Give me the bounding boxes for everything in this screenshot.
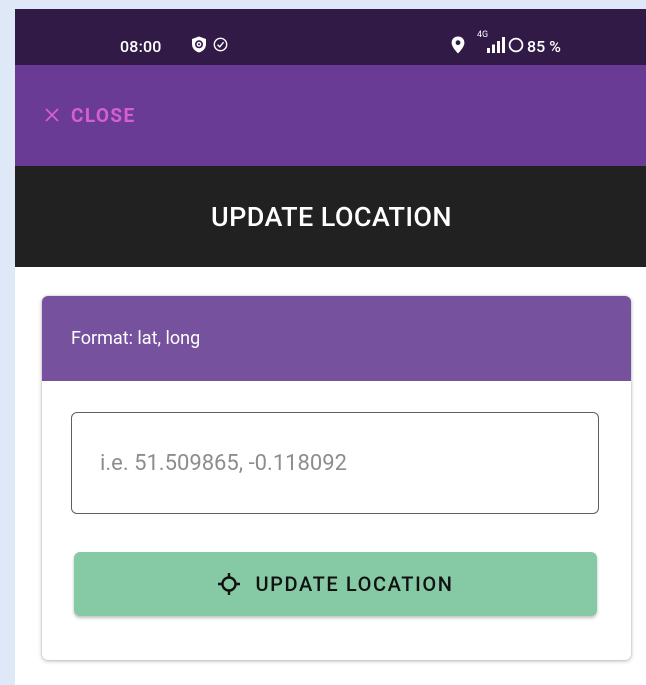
shield-icon [192,36,206,53]
close-label: CLOSE [71,103,136,127]
card-header: Format: lat, long [42,296,631,381]
close-icon [45,108,59,122]
format-hint: Format: lat, long [71,328,201,349]
location-card: Format: lat, long UPDATE LOCATION [42,296,631,660]
status-bar: 08:00 4G 85 % [15,9,646,65]
crosshair-icon [218,573,241,595]
page-title: UPDATE LOCATION [211,200,452,233]
battery-icon [508,37,524,53]
close-button[interactable]: CLOSE [45,103,136,127]
app-bar: CLOSE [15,65,646,166]
phone-screen: 08:00 4G 85 % CLOSE UPDATE LOCATION Form… [15,9,646,685]
status-time: 08:00 [120,37,162,56]
coordinates-input[interactable] [71,412,599,514]
update-location-label: UPDATE LOCATION [255,572,454,596]
signal-icon [487,37,505,53]
location-pin-icon [451,36,465,54]
title-bar: UPDATE LOCATION [15,166,646,267]
battery-percentage: 85 % [527,37,561,56]
check-circle-icon [213,37,228,52]
update-location-button[interactable]: UPDATE LOCATION [74,552,597,616]
